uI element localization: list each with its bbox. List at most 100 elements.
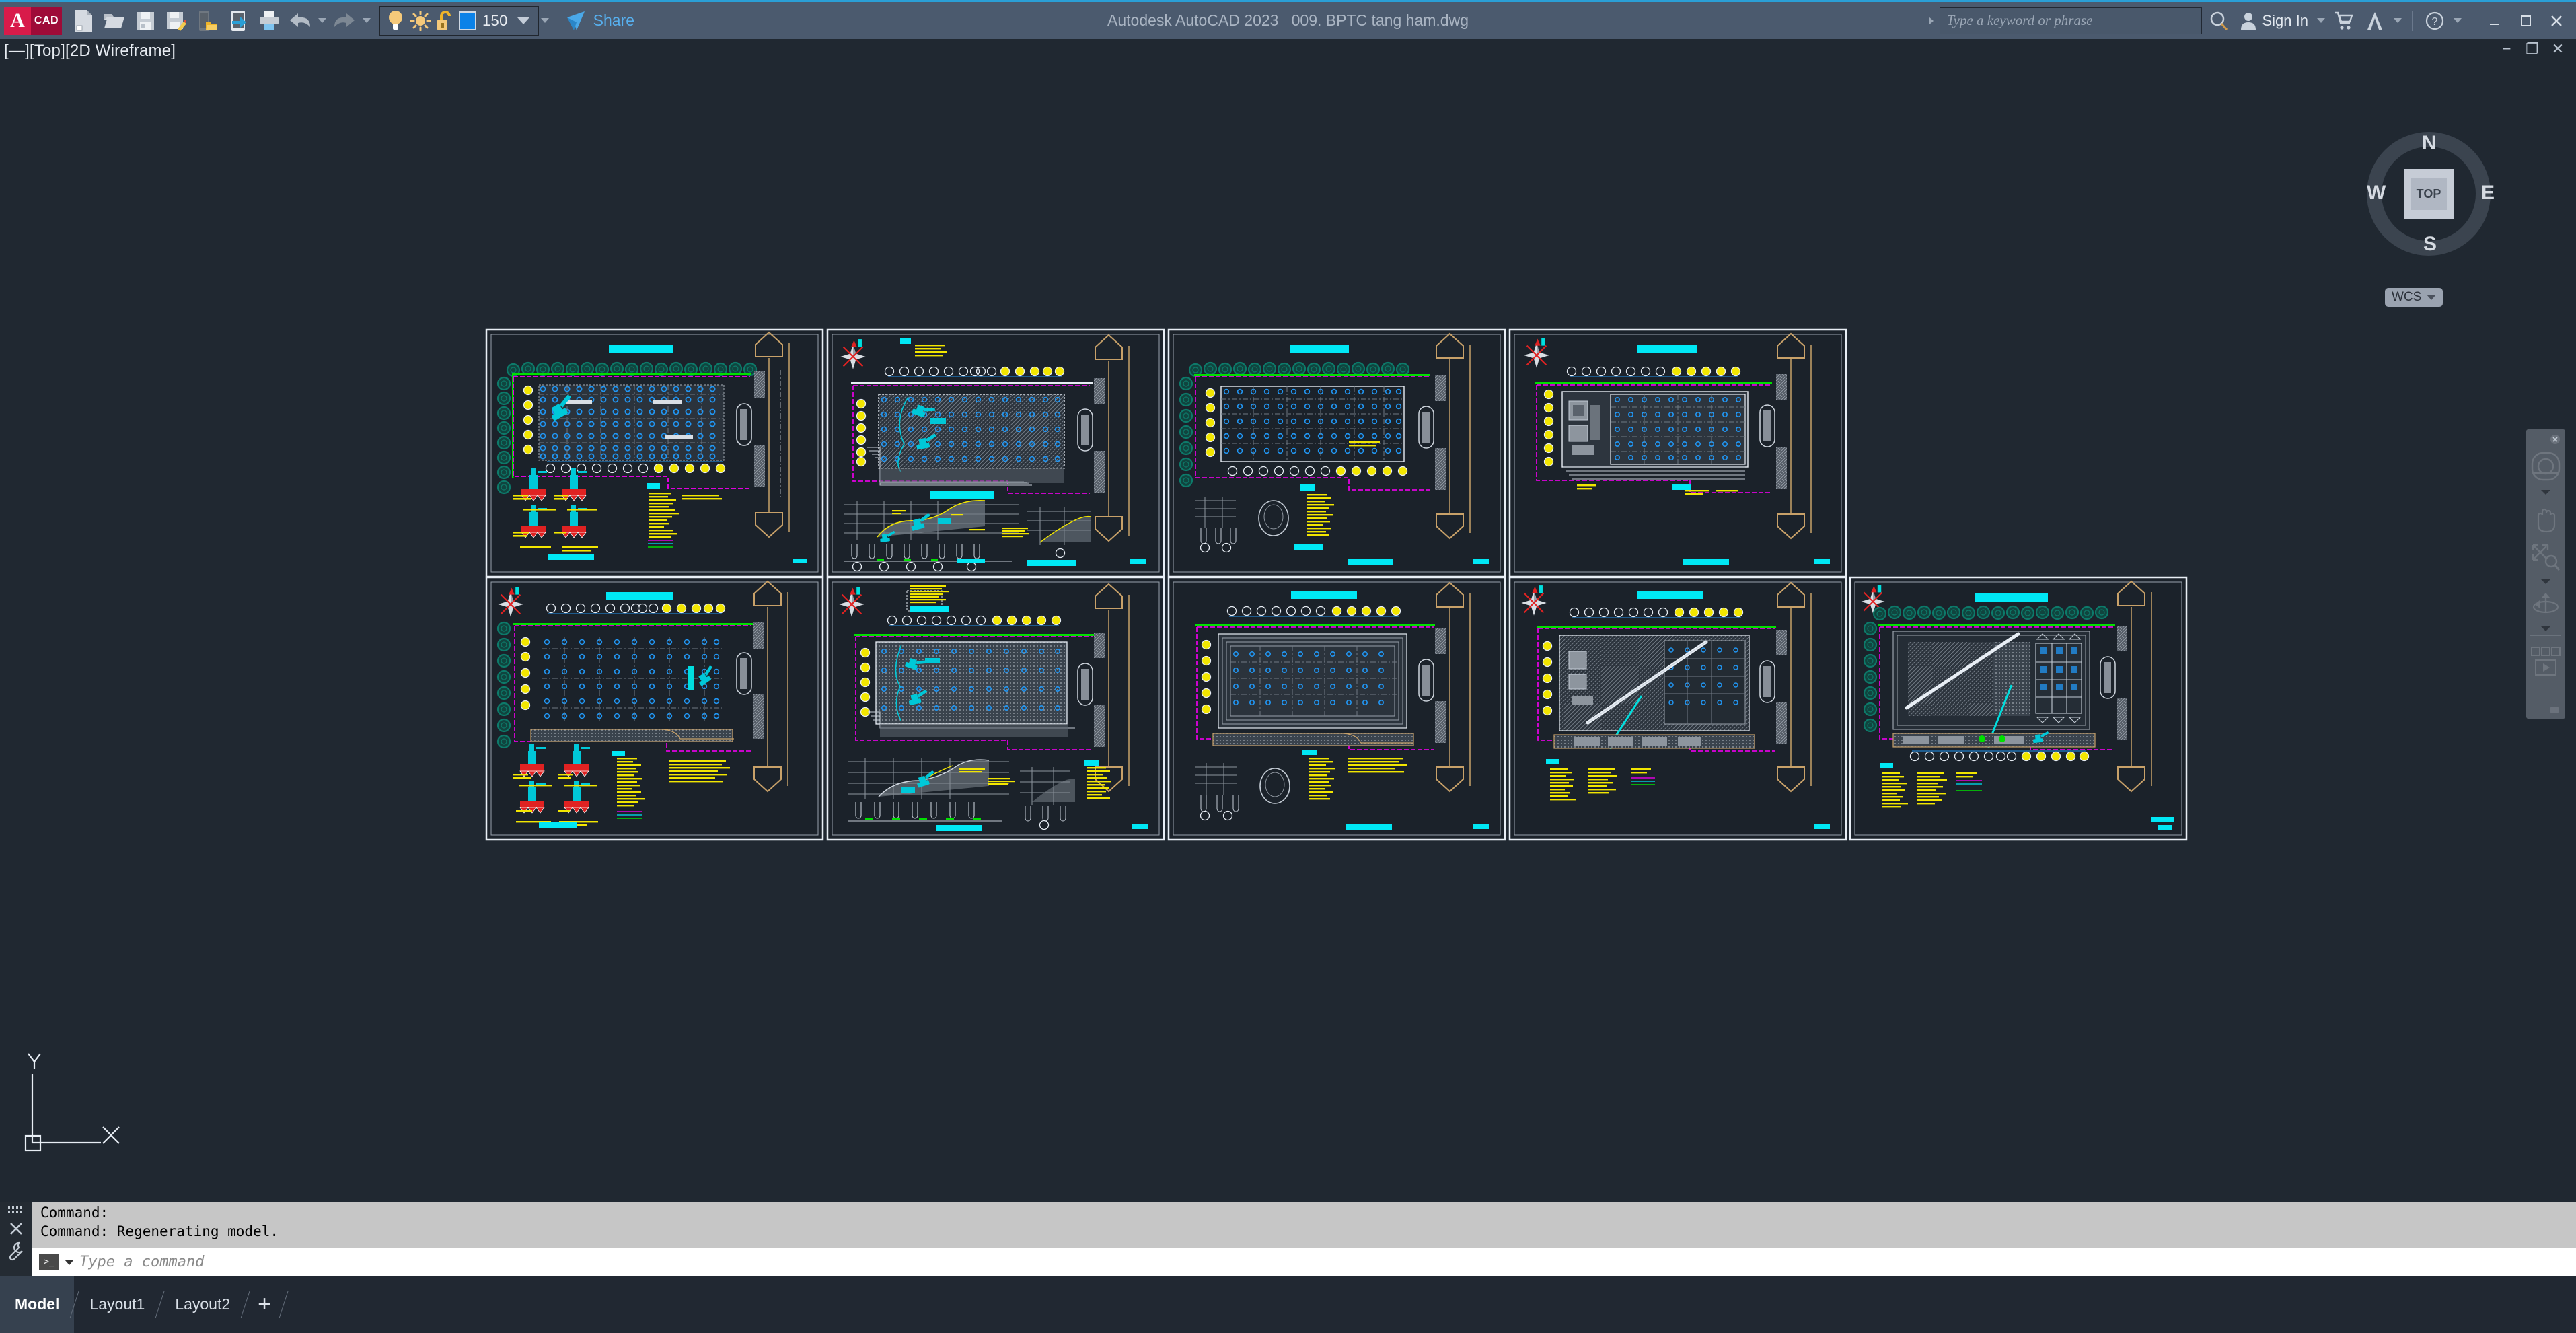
search-expand-chevron-right-icon[interactable] — [1916, 15, 1946, 27]
orbit-dropdown-chevron-down-icon[interactable] — [2528, 624, 2563, 633]
wrench-icon[interactable] — [7, 1241, 25, 1262]
cad-drawing-svg[interactable] — [0, 39, 2576, 1202]
showmotion-button[interactable] — [2528, 638, 2563, 684]
status-bar: Model Layout1 Layout2 + — [0, 1276, 2576, 1333]
navbar-close-button[interactable] — [2528, 433, 2563, 445]
autodesk-app-button[interactable] — [2361, 6, 2389, 36]
account-chevron-down-icon[interactable] — [2315, 6, 2327, 36]
help-button[interactable]: ? — [2421, 6, 2449, 36]
pan-button[interactable] — [2528, 501, 2563, 539]
minimize-icon — [2490, 23, 2499, 25]
sheet-8 — [1508, 576, 1847, 841]
showmotion-play-icon — [2535, 659, 2556, 676]
app-store-button[interactable] — [2330, 6, 2358, 36]
padlock-unlocked-icon[interactable] — [437, 10, 453, 32]
drag-grip-icon[interactable] — [7, 1205, 25, 1216]
floppy-pencil-icon — [167, 11, 186, 31]
command-input-row[interactable]: >_ — [32, 1248, 2576, 1276]
sign-in-label: Sign In — [2262, 11, 2309, 29]
redo-button[interactable] — [330, 6, 359, 36]
plot-button[interactable] — [254, 6, 284, 36]
layout-tab-bar: Model Layout1 Layout2 + — [0, 1276, 289, 1333]
add-layout-button[interactable]: + — [246, 1276, 283, 1333]
autocad-logo[interactable]: A CAD — [4, 6, 63, 36]
view-cube-south[interactable]: S — [2423, 233, 2437, 256]
search-input[interactable] — [1946, 12, 2195, 29]
sheet-7 — [1167, 576, 1506, 841]
help-search-box[interactable] — [1939, 7, 2202, 34]
floppy-save-icon — [137, 11, 154, 30]
drawing-canvas[interactable]: [—][Top][2D Wireframe] − ❐ ✕ N S W E TOP… — [0, 39, 2576, 1202]
command-line-close-icon[interactable] — [7, 1220, 25, 1237]
undo-dropdown[interactable] — [316, 6, 328, 36]
zoom-dropdown-chevron-down-icon[interactable] — [2528, 577, 2563, 586]
save-as-button[interactable] — [161, 6, 191, 36]
window-minimize-button[interactable] — [2480, 6, 2509, 36]
layer-dropdown-chevron-down-icon[interactable] — [514, 6, 533, 36]
title-bar: A CAD 150 Share Autodesk AutoCAD 2023 00… — [0, 0, 2576, 39]
autocad-logo-text: CAD — [31, 6, 62, 35]
search-icon — [2210, 11, 2228, 30]
showmotion-thumbnails-icon — [2531, 646, 2561, 656]
command-history-chevron-down-icon[interactable] — [65, 1260, 74, 1265]
view-cube[interactable]: N S W E TOP — [2348, 113, 2509, 275]
orbit-icon — [2532, 593, 2559, 614]
command-history: Command: Command: Regenerating model. — [32, 1202, 2576, 1248]
orbit-button[interactable] — [2528, 586, 2563, 624]
new-file-icon — [75, 9, 92, 32]
layer-color-swatch[interactable] — [459, 11, 476, 30]
save-to-web-button[interactable] — [223, 6, 253, 36]
layer-name-label: 150 — [482, 11, 508, 29]
lightbulb-on-icon[interactable] — [387, 9, 404, 32]
tab-layout1-label: Layout1 — [89, 1295, 145, 1313]
search-button[interactable] — [2205, 6, 2233, 36]
redo-arrow-icon — [334, 13, 355, 27]
view-cube-east[interactable]: E — [2481, 182, 2495, 205]
steering-wheel-dropdown-chevron-down-icon[interactable] — [2528, 487, 2563, 497]
open-folder-icon — [104, 13, 124, 28]
share-button[interactable]: Share — [564, 9, 634, 32]
tab-model-label: Model — [15, 1295, 60, 1313]
zoom-extents-button[interactable] — [2528, 539, 2563, 577]
command-line-window[interactable]: Command: Command: Regenerating model. >_ — [0, 1202, 2576, 1276]
undo-button[interactable] — [285, 6, 315, 36]
help-chevron-down-icon[interactable] — [2452, 6, 2464, 36]
navbar-resize-grip[interactable] — [2528, 701, 2563, 719]
open-from-web-button[interactable] — [192, 6, 222, 36]
window-close-button[interactable] — [2542, 6, 2571, 36]
sun-icon[interactable] — [410, 10, 431, 31]
command-prompt-icon[interactable]: >_ — [39, 1254, 59, 1270]
ucs-selector[interactable]: WCS — [2385, 288, 2443, 307]
sign-in-button[interactable]: Sign In — [2236, 11, 2313, 30]
sheet-9 — [1849, 576, 2188, 841]
view-cube-top-face[interactable]: TOP — [2404, 169, 2454, 219]
quick-access-toolbar — [69, 6, 373, 36]
command-line-grip[interactable] — [0, 1202, 32, 1276]
hand-pan-icon — [2537, 508, 2556, 533]
shopping-cart-icon — [2335, 11, 2353, 30]
redo-dropdown[interactable] — [361, 6, 373, 36]
view-cube-west[interactable]: W — [2367, 182, 2386, 205]
app-chevron-down-icon[interactable] — [2392, 6, 2404, 36]
navigation-bar[interactable] — [2526, 429, 2565, 719]
command-history-line: Command: Regenerating model. — [40, 1223, 279, 1239]
ucs-x-axis-label — [102, 1126, 120, 1144]
tab-model[interactable]: Model — [0, 1276, 75, 1333]
model-space-drawing[interactable] — [0, 39, 2576, 1202]
view-cube-north[interactable]: N — [2422, 132, 2437, 155]
open-drawing-button[interactable] — [100, 6, 129, 36]
tab-layout2[interactable]: Layout2 — [160, 1276, 245, 1333]
sheet-6 — [826, 576, 1165, 841]
new-drawing-button[interactable] — [69, 6, 98, 36]
steering-wheel-button[interactable] — [2528, 445, 2563, 487]
command-input[interactable] — [79, 1254, 2569, 1270]
qat-customize-chevron-down-icon[interactable] — [539, 6, 551, 36]
tab-layout2-label: Layout2 — [175, 1295, 231, 1313]
layer-control[interactable]: 150 — [379, 5, 539, 36]
save-button[interactable] — [131, 6, 160, 36]
share-paper-plane-icon — [566, 11, 585, 30]
tab-layout1[interactable]: Layout1 — [75, 1276, 159, 1333]
user-icon — [2240, 12, 2256, 30]
close-icon — [2551, 15, 2562, 26]
window-restore-button[interactable] — [2511, 6, 2540, 36]
